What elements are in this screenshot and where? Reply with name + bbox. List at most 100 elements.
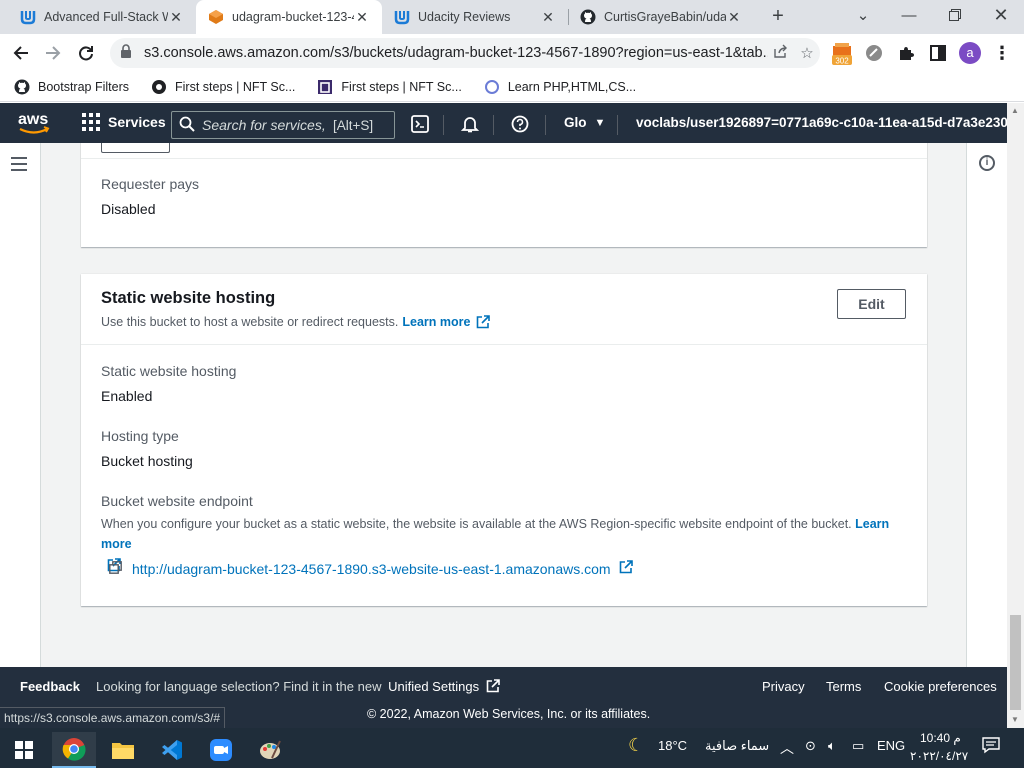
privacy-link[interactable]: Privacy	[762, 679, 805, 694]
side-panel-icon[interactable]	[926, 41, 950, 65]
profile-avatar[interactable]: a	[958, 41, 982, 65]
left-nav-rail	[0, 143, 41, 667]
bookmark-item[interactable]: First steps | NFT Sc...	[151, 79, 295, 95]
browser-menu-icon[interactable]: ⋮	[990, 41, 1014, 65]
close-window-button[interactable]: ✕	[978, 0, 1024, 30]
address-url: s3.console.aws.amazon.com/s3/buckets/uda…	[144, 45, 768, 61]
clock-date[interactable]: ٢٠٢٢/٠٤/٢٧	[910, 749, 968, 763]
bookmark-item[interactable]: Bootstrap Filters	[14, 79, 129, 95]
copy-icon[interactable]	[109, 561, 122, 577]
extensions-puzzle-icon[interactable]	[894, 41, 918, 65]
search-icon	[172, 116, 202, 135]
bookmark-label: First steps | NFT Sc...	[175, 79, 296, 94]
tab-close-icon[interactable]: ✕	[540, 9, 556, 25]
tab-title: udagram-bucket-123-4	[232, 10, 354, 24]
help-icon[interactable]	[509, 113, 531, 135]
info-icon[interactable]: i	[979, 155, 995, 171]
address-bar[interactable]: s3.console.aws.amazon.com/s3/buckets/uda…	[110, 38, 820, 68]
aws-s3-icon	[208, 9, 224, 25]
lock-icon	[120, 43, 134, 63]
notifications-bell-icon[interactable]	[459, 113, 481, 135]
scroll-down-arrow-icon[interactable]: ▼	[1011, 715, 1019, 724]
reload-button[interactable]	[73, 40, 99, 66]
region-selector[interactable]: Glo ▼	[564, 115, 605, 130]
paint-icon[interactable]	[248, 732, 292, 768]
browser-tab[interactable]: Udacity Reviews ✕	[382, 0, 568, 34]
tab-search-chevron-icon[interactable]: ⌄	[840, 0, 886, 30]
page-scrollbar[interactable]: ▲ ▼	[1007, 103, 1024, 728]
browser-tab[interactable]: Advanced Full-Stack W ✕	[0, 0, 196, 34]
github-icon	[580, 9, 596, 25]
external-link-icon[interactable]	[476, 315, 491, 329]
meet-now-icon[interactable]: ⊙	[805, 738, 816, 754]
caret-down-icon: ▼	[594, 116, 606, 129]
requester-pays-label: Requester pays	[101, 176, 200, 192]
back-button[interactable]	[8, 40, 34, 66]
learn-more-link[interactable]: Learn more	[402, 315, 470, 329]
bookmark-item[interactable]: Learn PHP,HTML,CS...	[484, 79, 636, 95]
language-notice-text: Looking for language selection? Find it …	[96, 679, 382, 694]
region-label: Glo	[564, 115, 587, 130]
extension-icon[interactable]	[862, 41, 886, 65]
extension-badge-count: 302	[835, 57, 849, 66]
restore-button[interactable]	[932, 0, 978, 30]
nav-divider	[493, 115, 494, 135]
external-link-icon[interactable]	[619, 560, 633, 574]
tray-chevron-up-icon[interactable]: ︿	[780, 738, 794, 758]
bookmark-item[interactable]: First steps | NFT Sc...	[317, 79, 462, 95]
edit-button[interactable]: Edit	[837, 289, 906, 319]
network-icon[interactable]: ▭	[852, 738, 864, 754]
unified-settings-link[interactable]: Unified Settings	[388, 679, 479, 694]
nav-divider	[443, 115, 444, 135]
aws-top-nav: aws Services [Alt+S] Glo ▼ voclabs/user1…	[0, 103, 1024, 143]
zoom-icon[interactable]	[199, 732, 243, 768]
forward-button[interactable]	[40, 40, 66, 66]
hamburger-menu-icon[interactable]	[11, 157, 27, 175]
endpoint-url-link[interactable]: http://udagram-bucket-123-4567-1890.s3-w…	[132, 561, 611, 577]
aws-search-box[interactable]: [Alt+S]	[171, 111, 395, 139]
search-shortcut-hint: [Alt+S]	[333, 117, 374, 133]
speaker-icon[interactable]: 🔈︎	[828, 738, 836, 754]
external-link-icon[interactable]	[486, 679, 500, 696]
cookie-preferences-link[interactable]: Cookie preferences	[884, 679, 997, 694]
profile-initial: a	[959, 42, 981, 64]
scrollbar-thumb[interactable]	[1010, 615, 1021, 710]
clock-time[interactable]: 10:40 م	[920, 731, 961, 745]
cloudshell-icon[interactable]	[409, 113, 431, 135]
browser-tab-active[interactable]: udagram-bucket-123-4 ✕	[196, 0, 382, 34]
new-tab-button[interactable]: +	[766, 5, 790, 29]
browser-tab[interactable]: CurtisGrayeBabin/udag ✕	[568, 0, 754, 34]
description-text: Use this bucket to host a website or red…	[101, 315, 399, 329]
aws-search-input[interactable]	[202, 117, 327, 133]
weather-temperature: 18°C	[658, 738, 688, 753]
extension-badge-icon[interactable]: 302	[830, 42, 854, 66]
terms-link[interactable]: Terms	[826, 679, 861, 694]
hosting-status-value: Enabled	[101, 388, 153, 404]
services-menu-button[interactable]: Services	[82, 113, 166, 131]
scroll-up-arrow-icon[interactable]: ▲	[1011, 106, 1019, 115]
vscode-icon[interactable]	[150, 732, 194, 768]
chrome-taskbar-icon[interactable]	[52, 732, 96, 768]
tab-close-icon[interactable]: ✕	[726, 9, 742, 25]
weather-moon-icon[interactable]: ☾	[628, 735, 644, 756]
tab-title: Udacity Reviews	[418, 10, 511, 24]
file-explorer-icon[interactable]	[101, 732, 145, 768]
main-content: Requester pays Disabled Static website h…	[41, 143, 966, 667]
hosting-type-label: Hosting type	[101, 428, 179, 444]
edit-button-partial[interactable]	[101, 143, 170, 153]
windows-start-icon[interactable]	[2, 732, 46, 768]
minimize-button[interactable]: —	[886, 0, 932, 30]
feedback-link[interactable]: Feedback	[20, 679, 80, 694]
notifications-icon[interactable]	[982, 736, 1000, 757]
panel-title: Static website hosting	[101, 289, 276, 307]
copyright-text: © 2022, Amazon Web Services, Inc. or its…	[367, 707, 651, 721]
tab-title: Advanced Full-Stack W	[44, 10, 168, 24]
account-menu[interactable]: voclabs/user1926897=0771a69c-c10a-11ea-a…	[636, 115, 1024, 130]
language-indicator[interactable]: ENG	[877, 738, 905, 753]
tab-close-icon[interactable]: ✕	[168, 9, 184, 25]
aws-logo-icon[interactable]: aws	[17, 109, 51, 137]
share-icon[interactable]	[768, 44, 794, 62]
services-label: Services	[108, 114, 166, 130]
tab-close-icon[interactable]: ✕	[354, 9, 370, 25]
bookmark-star-icon[interactable]: ☆	[794, 44, 820, 62]
